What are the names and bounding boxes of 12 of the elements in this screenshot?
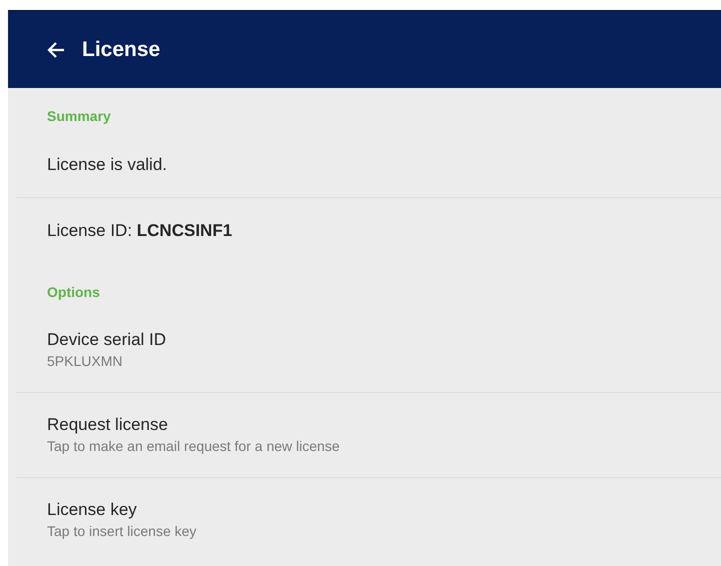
screen-title: License [82, 38, 160, 62]
preference-title[interactable]: License key [47, 499, 137, 521]
preference-summary: Tap to insert license key [47, 522, 196, 541]
back-icon[interactable] [47, 40, 65, 58]
preference-title[interactable]: Device serial ID [47, 329, 166, 351]
section-header: Summary [46, 107, 112, 126]
preference-summary: 5PKLUXMN [47, 352, 122, 371]
preference-text: License ID: LCNCSINF1 [47, 220, 232, 242]
section-header: Options [46, 283, 101, 302]
preference-summary: Tap to make an email request for a new license [47, 437, 340, 456]
preference-title[interactable]: Request license [47, 414, 168, 436]
preference-text: License is valid. [47, 154, 168, 176]
